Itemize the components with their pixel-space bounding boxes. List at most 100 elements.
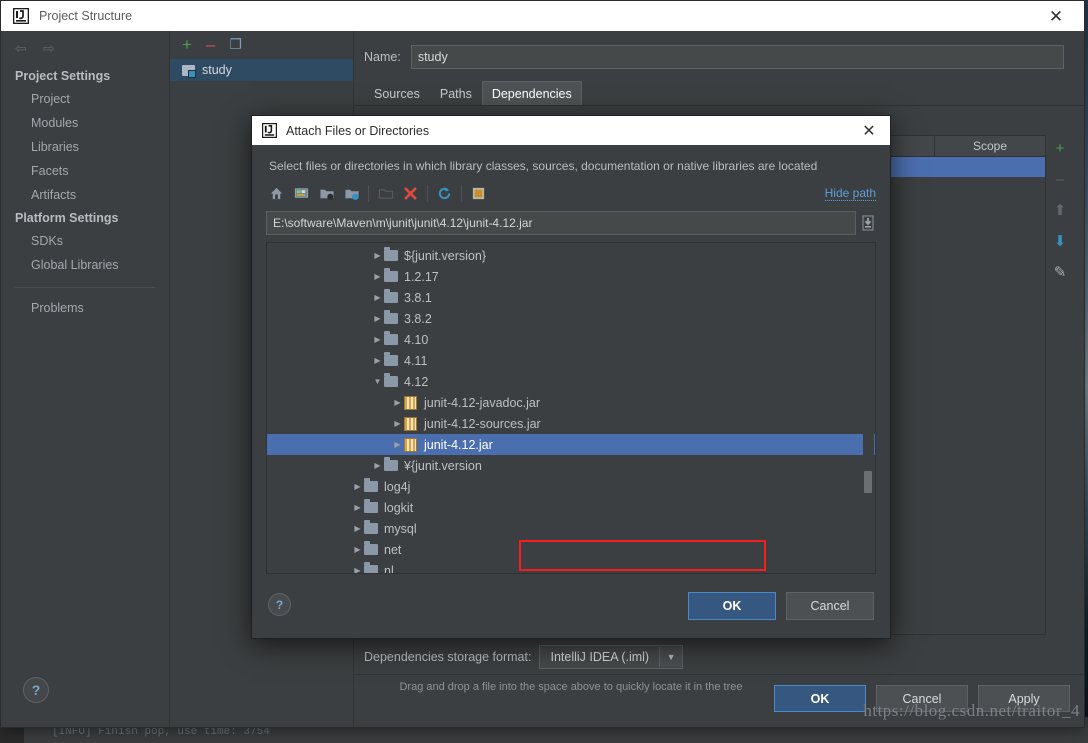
sidebar-item-project[interactable]: Project <box>1 87 169 111</box>
hide-path-link[interactable]: Hide path <box>824 186 876 201</box>
chevron-right-icon[interactable]: ▶ <box>391 440 404 449</box>
path-input[interactable]: E:\software\Maven\m\junit\junit\4.12\jun… <box>266 211 856 235</box>
sidebar-item-facets[interactable]: Facets <box>1 159 169 183</box>
help-icon[interactable]: ? <box>23 677 49 703</box>
plus-icon[interactable]: + <box>182 36 192 53</box>
tree-scrollbar[interactable] <box>863 244 874 572</box>
plus-icon[interactable]: + <box>1056 141 1065 156</box>
minus-icon[interactable]: – <box>206 36 215 53</box>
refresh-icon[interactable] <box>432 181 457 205</box>
copy-icon[interactable]: ❐ <box>229 36 242 53</box>
sidebar-item-libraries[interactable]: Libraries <box>1 135 169 159</box>
tree-node[interactable]: ▶ 4.10 <box>267 329 875 350</box>
tree-node-label: nl <box>384 563 394 574</box>
tree-node[interactable]: ▶ log4j <box>267 476 875 497</box>
folder-icon <box>384 310 398 324</box>
name-label: Name: <box>364 50 401 64</box>
chevron-right-icon[interactable]: ▶ <box>371 335 384 344</box>
watermark: https://blog.csdn.net/traitor_4 <box>863 701 1080 720</box>
tab-sources[interactable]: Sources <box>364 81 430 105</box>
paste-icon[interactable] <box>860 213 876 233</box>
chevron-right-icon[interactable]: ▶ <box>351 503 364 512</box>
tree-node[interactable]: ▶ net <box>267 539 875 560</box>
file-tree-container[interactable]: ▶ ${junit.version} ▶ 1.2.17 ▶ 3.8.1 ▶ 3.8.2 ▶ 4.1… <box>266 242 876 574</box>
chevron-right-icon[interactable]: ▶ <box>351 566 364 573</box>
module-label: study <box>202 63 232 77</box>
ok-button[interactable]: OK <box>688 592 776 620</box>
storage-format-select[interactable]: IntelliJ IDEA (.iml) ▼ <box>539 645 684 669</box>
chevron-right-icon[interactable]: ▶ <box>351 524 364 533</box>
chevron-down-icon[interactable]: ▼ <box>371 377 384 386</box>
tree-node-label: log4j <box>384 479 411 494</box>
show-hidden-icon[interactable] <box>466 181 491 205</box>
help-icon[interactable]: ? <box>268 593 291 616</box>
delete-icon[interactable] <box>398 181 423 205</box>
folder-icon <box>364 499 378 513</box>
tab-dependencies[interactable]: Dependencies <box>481 81 582 105</box>
folder-icon <box>364 478 378 492</box>
arrow-left-icon[interactable]: ⇦ <box>15 41 29 55</box>
list-item[interactable]: study <box>170 59 353 81</box>
dialog-description: Select files or directories in which lib… <box>269 159 818 173</box>
tree-node[interactable]: ▶ nl <box>267 560 875 574</box>
name-input[interactable]: study <box>410 45 1064 69</box>
chevron-right-icon[interactable]: ▶ <box>371 251 384 260</box>
close-icon[interactable]: ✕ <box>852 116 886 145</box>
folder-icon <box>384 247 398 261</box>
tree-node[interactable]: ▶ 4.11 <box>267 350 875 371</box>
pencil-icon[interactable]: ✎ <box>1054 265 1067 280</box>
tree-node[interactable]: ▶ 3.8.2 <box>267 308 875 329</box>
sidebar-item-problems[interactable]: Problems <box>1 296 169 320</box>
tree-node[interactable]: ▶ junit-4.12-sources.jar <box>267 413 875 434</box>
folder-icon <box>384 289 398 303</box>
folder-icon <box>384 457 398 471</box>
desktop-icon[interactable] <box>289 181 314 205</box>
close-icon[interactable]: ✕ <box>1034 1 1078 31</box>
chevron-right-icon[interactable]: ▶ <box>371 272 384 281</box>
tree-node[interactable]: ▶ logkit <box>267 497 875 518</box>
folder-up-icon[interactable] <box>314 181 339 205</box>
folder-icon <box>364 541 378 555</box>
tree-node[interactable]: ▶ junit-4.12-javadoc.jar <box>267 392 875 413</box>
tree-node-label: 3.8.2 <box>404 311 432 326</box>
tree-node[interactable]: ▼ 4.12 <box>267 371 875 392</box>
new-folder-icon[interactable] <box>339 181 364 205</box>
chevron-right-icon[interactable]: ▶ <box>351 482 364 491</box>
tree-node-label: 4.11 <box>404 353 428 368</box>
arrow-up-icon[interactable]: ⬆ <box>1054 203 1067 218</box>
sidebar-group-project-settings: Project Settings <box>15 69 111 83</box>
chevron-down-icon: ▼ <box>659 647 683 667</box>
chevron-right-icon[interactable]: ▶ <box>351 545 364 554</box>
scrollbar-thumb[interactable] <box>864 471 872 493</box>
chevron-right-icon[interactable]: ▶ <box>371 461 384 470</box>
tree-node-label: ${junit.version} <box>404 248 487 263</box>
tree-node[interactable]: ▶ mysql <box>267 518 875 539</box>
detail-tabs: Sources Paths Dependencies <box>354 69 1084 106</box>
sidebar-item-artifacts[interactable]: Artifacts <box>1 183 169 207</box>
folder-icon <box>384 352 398 366</box>
sidebar-item-modules[interactable]: Modules <box>1 111 169 135</box>
intellij-idea-logo <box>261 122 278 139</box>
dialog-buttons: OK Cancel <box>688 592 874 620</box>
sidebar-item-global-libraries[interactable]: Global Libraries <box>1 253 169 277</box>
chevron-right-icon[interactable]: ▶ <box>371 356 384 365</box>
chevron-right-icon[interactable]: ▶ <box>371 293 384 302</box>
tree-node[interactable]: ▶ ¥{junit.version <box>267 455 875 476</box>
arrow-right-icon[interactable]: ⇨ <box>43 41 57 55</box>
minus-icon[interactable]: – <box>1056 172 1064 187</box>
cancel-button[interactable]: Cancel <box>786 592 874 620</box>
toolbar-separator <box>368 184 369 202</box>
chevron-right-icon[interactable]: ▶ <box>391 398 404 407</box>
tree-node[interactable]: ▶ 3.8.1 <box>267 287 875 308</box>
name-row: Name: study <box>354 31 1084 69</box>
tree-node[interactable]: ▶ 1.2.17 <box>267 266 875 287</box>
tree-node[interactable]: ▶ ${junit.version} <box>267 245 875 266</box>
chevron-right-icon[interactable]: ▶ <box>391 419 404 428</box>
chevron-right-icon[interactable]: ▶ <box>371 314 384 323</box>
arrow-down-icon[interactable]: ⬇ <box>1054 234 1067 249</box>
tree-node[interactable]: ▶ junit-4.12.jar <box>267 434 875 455</box>
tab-paths[interactable]: Paths <box>430 81 482 105</box>
home-icon[interactable] <box>264 181 289 205</box>
sidebar-item-sdks[interactable]: SDKs <box>1 229 169 253</box>
file-tree: ▶ ${junit.version} ▶ 1.2.17 ▶ 3.8.1 ▶ 3.8.2 ▶ 4.1… <box>267 243 875 573</box>
